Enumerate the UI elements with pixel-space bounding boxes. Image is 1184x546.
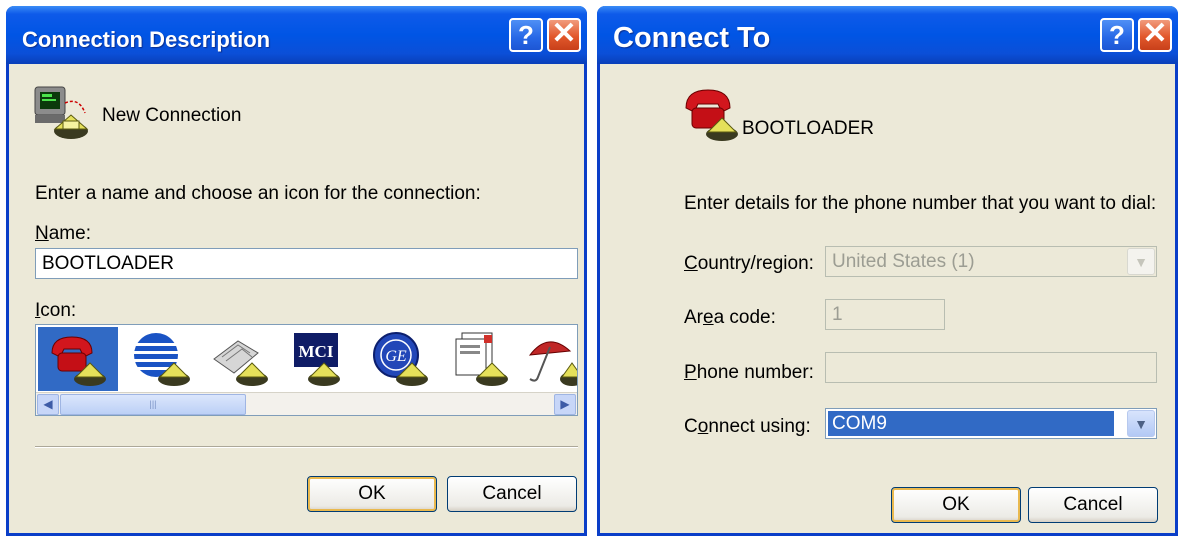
dialog-title: Connect To	[613, 22, 771, 54]
scroll-left-icon[interactable]: ◀	[37, 394, 59, 415]
svg-text:MCI: MCI	[299, 342, 334, 361]
country-region-value: United States (1)	[832, 251, 975, 272]
title-bar[interactable]: Connection Description ? ✕	[6, 6, 587, 64]
ok-button[interactable]: OK	[307, 476, 437, 512]
ok-button[interactable]: OK	[891, 487, 1021, 523]
ge-icon[interactable]: GE	[368, 329, 432, 389]
red-phone-icon	[685, 89, 738, 141]
globe-icon[interactable]	[130, 329, 194, 389]
connect-to-dialog: Connect To ? ✕ BOOTLOADER Enter details …	[597, 6, 1178, 536]
close-button[interactable]: ✕	[547, 18, 581, 52]
cancel-button[interactable]: Cancel	[1028, 487, 1158, 523]
icon-label: Icon:	[35, 300, 77, 321]
terminal-phone-icon	[34, 86, 89, 139]
connect-using-value: COM9	[828, 411, 1114, 436]
title-bar[interactable]: Connect To ? ✕	[597, 6, 1178, 64]
connection-name-label: New Connection	[102, 105, 242, 126]
dialog-title: Connection Description	[22, 27, 271, 52]
help-button[interactable]: ?	[1100, 18, 1134, 52]
documents-icon[interactable]	[448, 329, 512, 389]
close-button[interactable]: ✕	[1138, 18, 1172, 52]
connection-name-label: BOOTLOADER	[742, 118, 874, 139]
country-region-select[interactable]: United States (1) ▼	[825, 246, 1157, 277]
help-button[interactable]: ?	[509, 18, 543, 52]
scroll-right-icon[interactable]: ▶	[554, 394, 576, 415]
umbrella-icon[interactable]	[526, 329, 578, 389]
name-input[interactable]: BOOTLOADER	[35, 248, 578, 279]
phone-number-label: Phone number:	[684, 362, 814, 383]
horizontal-scrollbar[interactable]: ◀ ||| ▶	[36, 392, 577, 415]
fax-phone-icon[interactable]	[208, 329, 272, 389]
instruction-text: Enter details for the phone number that …	[684, 193, 1157, 214]
phone-number-input[interactable]	[825, 352, 1157, 383]
red-phone-icon[interactable]	[46, 329, 110, 389]
connect-using-label: Connect using:	[684, 416, 811, 437]
icon-list[interactable]: MCI GE ◀ ||| ▶	[35, 324, 578, 416]
mci-icon[interactable]: MCI	[288, 329, 352, 389]
chevron-down-icon[interactable]: ▼	[1127, 410, 1155, 437]
area-code-input[interactable]: 1	[825, 299, 945, 330]
scroll-thumb[interactable]: |||	[60, 394, 246, 415]
name-label: Name:	[35, 223, 91, 244]
instruction-text: Enter a name and choose an icon for the …	[35, 183, 481, 204]
cancel-button[interactable]: Cancel	[447, 476, 577, 512]
connection-description-dialog: Connection Description ? ✕ New Connectio…	[6, 6, 587, 536]
area-code-label: Area code:	[684, 307, 776, 328]
chevron-down-icon[interactable]: ▼	[1127, 248, 1155, 275]
separator	[35, 446, 578, 448]
connect-using-select[interactable]: COM9 ▼	[825, 408, 1157, 439]
country-region-label: Country/region:	[684, 253, 814, 274]
svg-text:GE: GE	[385, 348, 407, 365]
